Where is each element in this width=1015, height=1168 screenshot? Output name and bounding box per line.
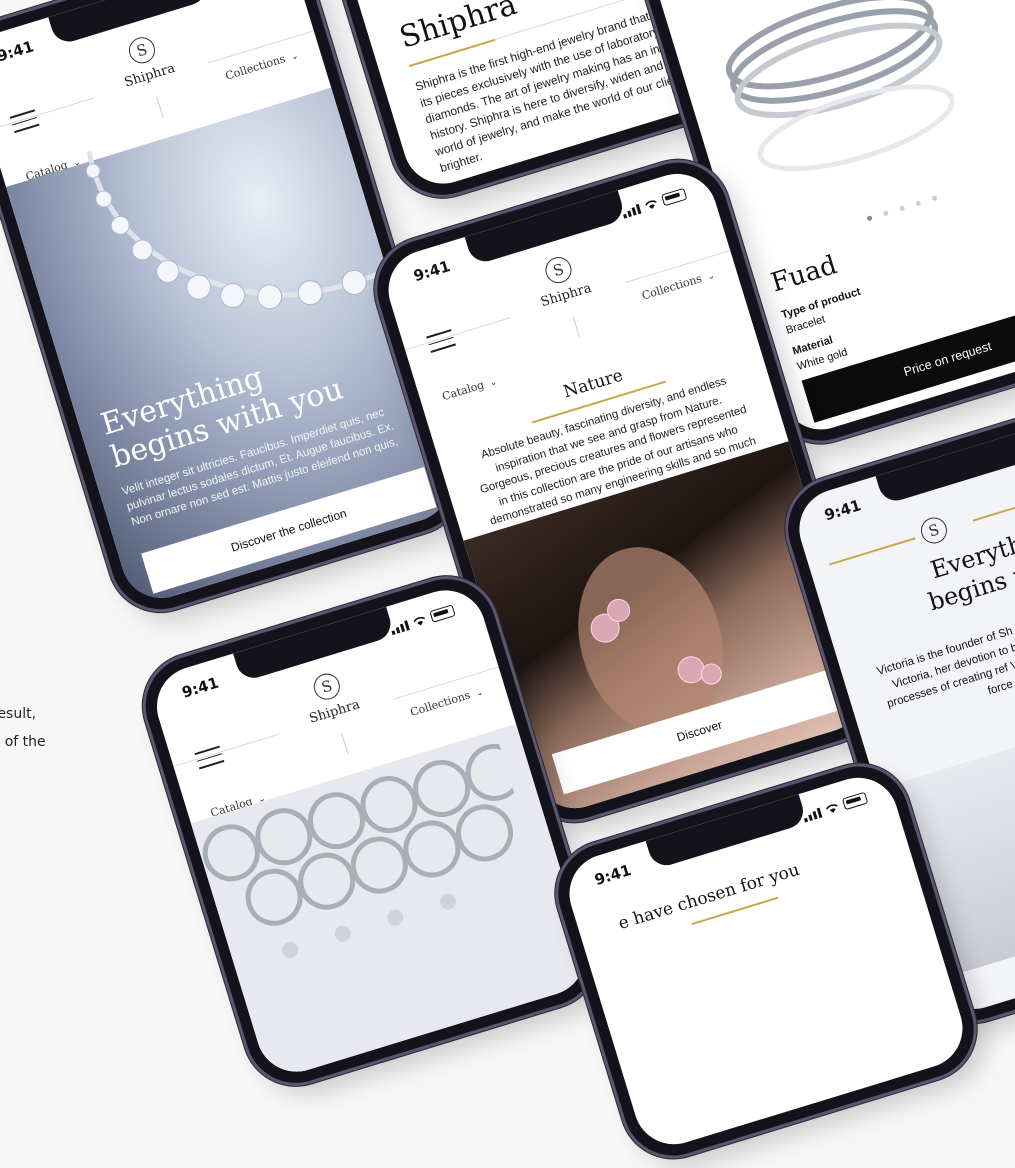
- logo-icon[interactable]: S: [542, 253, 575, 287]
- about-title: Shiphra: [395, 0, 521, 56]
- header-divider: [341, 733, 349, 755]
- carousel-dot[interactable]: [865, 215, 873, 222]
- status-time: 9:41: [822, 496, 864, 525]
- header-divider: [572, 316, 581, 338]
- chevron-down-icon: ⌄: [474, 687, 485, 700]
- gold-divider: [829, 537, 916, 566]
- logo-icon[interactable]: S: [310, 670, 344, 703]
- battery-icon: [429, 604, 456, 623]
- logo-icon[interactable]: S: [125, 34, 159, 67]
- signal-icon: [389, 619, 410, 635]
- logo-icon[interactable]: S: [917, 514, 951, 547]
- catalog-dropdown[interactable]: Catalog ⌄: [441, 374, 499, 403]
- bracelet-illustration: [725, 0, 955, 172]
- status-time: 9:41: [179, 673, 221, 702]
- carousel-dot[interactable]: [914, 200, 921, 207]
- carousel-dot[interactable]: [898, 205, 905, 212]
- bracelet-image: [687, 0, 1015, 233]
- wifi-icon: [644, 199, 657, 209]
- side-caption: result, y of the: [0, 700, 80, 756]
- hero-banner: Everything begins with you Velit integer…: [6, 87, 460, 608]
- chevron-down-icon: ⌄: [488, 377, 499, 389]
- battery-icon: [660, 187, 688, 207]
- battery-icon: [841, 791, 869, 811]
- wifi-icon: [825, 803, 838, 813]
- status-time: 9:41: [592, 860, 634, 890]
- chevron-down-icon: ⌄: [289, 51, 300, 63]
- signal-icon: [802, 806, 823, 823]
- carousel-dot[interactable]: [931, 195, 938, 202]
- status-time: 9:41: [0, 37, 36, 66]
- caption-line-1: result,: [0, 706, 37, 722]
- carousel-dot[interactable]: [882, 210, 889, 217]
- signal-icon: [621, 202, 642, 219]
- chevron-down-icon: ⌄: [706, 270, 717, 283]
- screen-chosen: 9:41 e have chosen for you: [559, 767, 973, 1155]
- caption-line-2: y of the: [0, 734, 46, 750]
- wifi-icon: [413, 616, 425, 625]
- header-divider: [156, 96, 164, 119]
- gold-divider: [972, 493, 1015, 522]
- status-time: 9:41: [411, 257, 453, 286]
- catalog-label: Catalog: [440, 378, 486, 404]
- status-icons: [802, 791, 869, 823]
- product-name: Fuad: [767, 250, 841, 299]
- status-bar: 9:41: [592, 789, 869, 889]
